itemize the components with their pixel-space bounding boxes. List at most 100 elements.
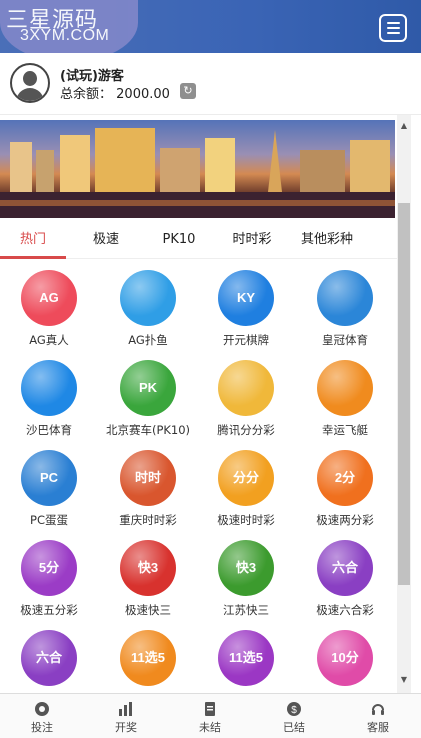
headset-icon [372,704,384,715]
game-item[interactable]: 幸运飞艇 [296,360,394,448]
tab-other[interactable]: 其他彩种 [292,225,362,259]
scrollbar-thumb[interactable] [398,203,410,585]
svg-text:$: $ [291,705,297,716]
game-label: 沙巴体育 [26,423,72,437]
game-icon-text: 快3 [137,560,159,575]
game-icon-text: 六合 [331,560,358,575]
banner-image[interactable] [0,120,395,218]
tab-fast[interactable]: 极速 [66,225,146,259]
game-item[interactable]: 六合 极速六合彩 [296,540,394,628]
game-item[interactable]: 时时 重庆时时彩 [99,450,197,538]
game-item[interactable]: 5分 极速五分彩 [0,540,98,628]
game-icon: 六合 [21,630,77,686]
game-icon: AG [21,270,77,326]
game-label: 开元棋牌 [223,333,269,347]
game-icon-text: PK [138,380,158,395]
game-icon-text: 10分 [331,650,359,665]
scroll-up-icon[interactable]: ▲ [397,121,411,131]
game-icon-text: 六合 [35,650,62,665]
bottom-nav: 投注 开奖 未结 $ 已结 客服 [0,693,421,738]
balance-label: 总余额： [60,87,113,102]
game-label: 腾讯分分彩 [217,423,275,437]
game-icon-text [21,360,77,416]
bet-icon [35,702,49,716]
nav-results[interactable]: 开奖 [84,694,168,738]
game-label: AG扑鱼 [128,333,168,347]
game-icon: KY [218,270,274,326]
game-icon-text: 5分 [38,560,60,575]
game-item[interactable]: 2分 极速两分彩 [296,450,394,538]
game-icon-text: PC [39,470,59,485]
game-icon [21,360,77,416]
game-icon [317,270,373,326]
tab-hot[interactable]: 热门 [0,225,66,259]
game-label: 极速快三 [125,603,171,617]
nav-unsettled[interactable]: 未结 [168,694,252,738]
game-item[interactable]: 快3 江苏快三 [197,540,295,628]
hamburger-icon[interactable] [379,14,407,42]
game-icon: 分分 [218,450,274,506]
game-icon [317,360,373,416]
nav-unsettled-label: 未结 [199,721,221,734]
nav-support[interactable]: 客服 [336,694,420,738]
game-item[interactable]: PK 北京赛车(PK10) [99,360,197,448]
game-item[interactable]: AG AG真人 [0,270,98,358]
nav-bet[interactable]: 投注 [0,694,84,738]
vertical-scrollbar[interactable]: ▲ ▼ [397,115,411,693]
game-label: 重庆时时彩 [119,513,177,527]
game-item[interactable]: 沙巴体育 [0,360,98,448]
game-icon: PC [21,450,77,506]
game-icon-text [120,270,176,326]
tab-ssc[interactable]: 时时彩 [212,225,292,259]
logo-subtitle: 3XYM.COM [20,27,110,44]
game-item[interactable]: KY 开元棋牌 [197,270,295,358]
game-item[interactable]: 分分 极速时时彩 [197,450,295,538]
game-icon-text: KY [236,290,256,305]
top-header: 三星源码 3XYM.COM [0,0,421,62]
game-label: 北京赛车(PK10) [105,423,191,437]
game-icon-text [317,270,373,326]
banner-cityscape [0,120,395,218]
game-icon: 时时 [120,450,176,506]
game-label: 极速时时彩 [217,513,275,527]
game-item[interactable]: 六合 [0,630,98,693]
nav-results-label: 开奖 [115,721,137,734]
nav-settled-label: 已结 [283,721,305,734]
game-icon: 六合 [317,540,373,596]
scroll-down-icon[interactable]: ▼ [397,675,411,685]
game-icon [120,270,176,326]
nav-bet-label: 投注 [31,721,53,734]
game-item[interactable]: 快3 极速快三 [99,540,197,628]
user-info-bar: (试玩)游客 总余额： 2000.00 ↻ [0,53,421,115]
category-tabs: 热门 极速 PK10 时时彩 其他彩种 [0,225,397,259]
game-item[interactable]: PC PC蛋蛋 [0,450,98,538]
nav-support-label: 客服 [367,721,389,734]
game-item[interactable]: AG扑鱼 [99,270,197,358]
game-label: 皇冠体育 [322,333,368,347]
game-icon-text [317,360,373,416]
game-icon-text: 时时 [134,470,161,485]
game-icon-text: 11选5 [131,650,165,665]
game-item[interactable]: 10分 [296,630,394,693]
main-content[interactable]: 热门 极速 PK10 时时彩 其他彩种 AG AG真人 AG扑鱼 KY 开元棋牌 皇冠体育… [0,115,421,693]
game-label: 极速六合彩 [316,603,374,617]
game-label: 幸运飞艇 [322,423,368,437]
tab-pk10[interactable]: PK10 [146,225,212,259]
game-item[interactable]: 11选5 [197,630,295,693]
balance-row: 总余额： 2000.00 [60,83,170,102]
game-label: PC蛋蛋 [30,513,68,527]
game-icon-text: 2分 [334,470,356,485]
game-item[interactable]: 皇冠体育 [296,270,394,358]
nav-settled[interactable]: $ 已结 [252,694,336,738]
user-name: (试玩)游客 [60,69,124,84]
game-icon [218,360,274,416]
refresh-icon[interactable]: ↻ [180,83,196,99]
game-item[interactable]: 腾讯分分彩 [197,360,295,448]
game-item[interactable]: 11选5 [99,630,197,693]
avatar[interactable] [10,63,50,103]
game-icon: 快3 [218,540,274,596]
game-label: AG真人 [29,333,69,347]
game-icon: 10分 [317,630,373,686]
coin-icon: $ [287,702,301,716]
balance-value: 2000.00 [116,87,170,102]
